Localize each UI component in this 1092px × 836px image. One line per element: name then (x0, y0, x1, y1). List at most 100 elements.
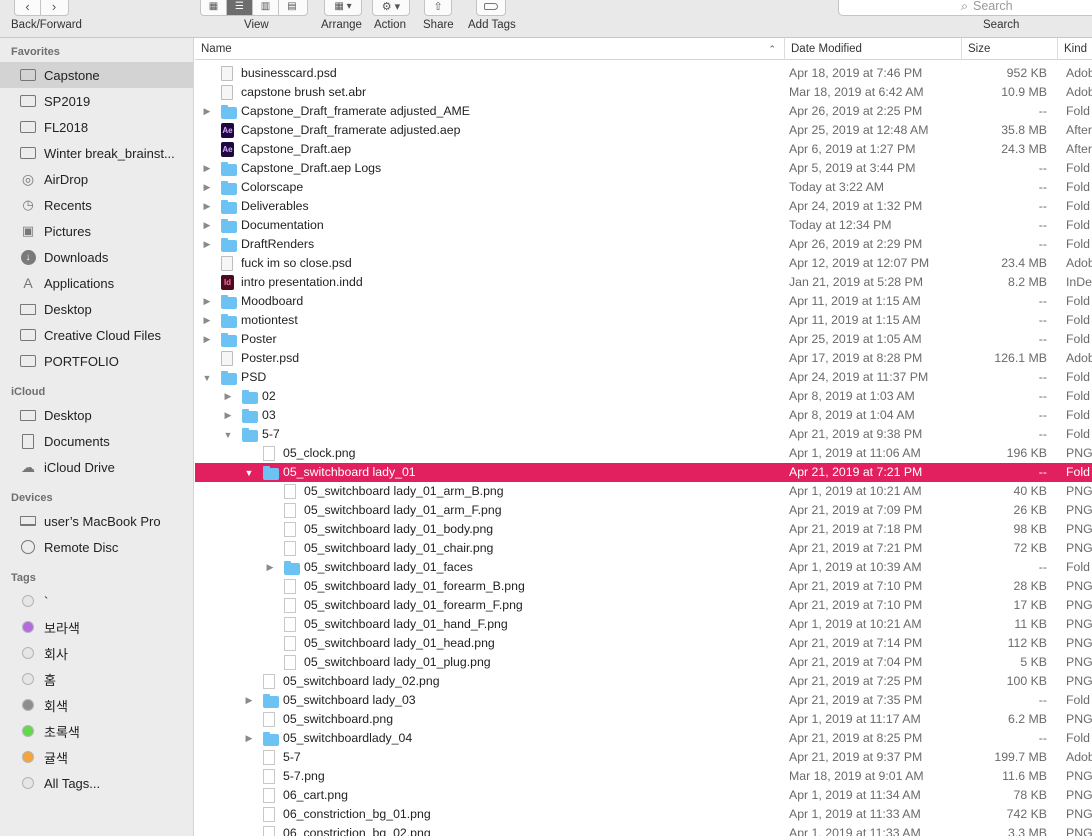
table-row[interactable]: ▶ 02 Apr 8, 2019 at 1:03 AM -- Fold (195, 387, 1092, 406)
sidebar-item-downloads[interactable]: ↓ Downloads (0, 244, 193, 270)
table-row[interactable]: Id intro presentation.indd Jan 21, 2019 at… (195, 273, 1092, 292)
sidebar-item-remote-disc[interactable]: Remote Disc (0, 534, 193, 560)
sidebar-item-creative-cloud-files[interactable]: Creative Cloud Files (0, 322, 193, 348)
sidebar-item-pictures[interactable]: ▣ Pictures (0, 218, 193, 244)
icon-view-icon[interactable]: ▦ (201, 0, 227, 15)
table-row[interactable]: Ae Capstone_Draft_framerate adjusted.aep A… (195, 121, 1092, 140)
table-row[interactable]: 05_switchboard.png Apr 1, 2019 at 11:17 A… (195, 710, 1092, 729)
sidebar-item-홈[interactable]: 홈 (0, 666, 193, 692)
sidebar-item-fl2018[interactable]: FL2018 (0, 114, 193, 140)
table-row[interactable]: 06_constriction_bg_01.png Apr 1, 2019 at … (195, 805, 1092, 824)
disclosure-closed-icon[interactable]: ▶ (201, 216, 213, 235)
column-view-icon[interactable]: ▥ (253, 0, 279, 15)
back-forward-control[interactable]: ‹ › (14, 0, 69, 16)
sidebar-item-documents[interactable]: Documents (0, 428, 193, 454)
table-row[interactable]: 05_switchboard lady_01_plug.png Apr 21, 2… (195, 653, 1092, 672)
disclosure-closed-icon[interactable]: ▶ (201, 330, 213, 349)
list-view-icon[interactable]: ☰ (227, 0, 253, 15)
gallery-view-icon[interactable]: ▤ (279, 0, 305, 15)
disclosure-closed-icon[interactable]: ▶ (243, 691, 255, 710)
table-row[interactable]: Ae Capstone_Draft.aep Apr 6, 2019 at 1:27 … (195, 140, 1092, 159)
sidebar-item-회색[interactable]: 회색 (0, 692, 193, 718)
table-row[interactable]: ▶ 05_switchboard lady_01_faces Apr 1, 2019… (195, 558, 1092, 577)
table-row[interactable]: 06_cart.png Apr 1, 2019 at 11:34 AM 78 KB P… (195, 786, 1092, 805)
table-row[interactable]: 5-7 Apr 21, 2019 at 9:37 PM 199.7 MB Adob (195, 748, 1092, 767)
sidebar-item-capstone[interactable]: Capstone (0, 62, 193, 88)
table-row[interactable]: 05_switchboard lady_01_chair.png Apr 21, … (195, 539, 1092, 558)
disclosure-closed-icon[interactable]: ▶ (201, 159, 213, 178)
column-date-modified[interactable]: Date Modified (784, 38, 961, 60)
table-row-selected[interactable]: ▼ 05_switchboard lady_01 Apr 21, 2019 at 7… (195, 463, 1092, 482)
disclosure-closed-icon[interactable]: ▶ (264, 558, 276, 577)
table-row[interactable]: ▶ Poster Apr 25, 2019 at 1:05 AM -- Fold (195, 330, 1092, 349)
table-row[interactable]: ▶ 03 Apr 8, 2019 at 1:04 AM -- Fold (195, 406, 1092, 425)
table-row[interactable]: 05_switchboard lady_01_forearm_B.png Apr … (195, 577, 1092, 596)
table-row[interactable]: ▼ 5-7 Apr 21, 2019 at 9:38 PM -- Fold (195, 425, 1092, 444)
disclosure-closed-icon[interactable]: ▶ (243, 729, 255, 748)
sidebar-item-all-tags[interactable]: All Tags... (0, 770, 193, 796)
table-row[interactable]: capstone brush set.abr Mar 18, 2019 at 6:… (195, 83, 1092, 102)
table-row[interactable]: 5-7.png Mar 18, 2019 at 9:01 AM 11.6 MB PNG (195, 767, 1092, 786)
sidebar-item-desktop[interactable]: Desktop (0, 296, 193, 322)
sidebar-item-winter-break-brainst[interactable]: Winter break_brainst... (0, 140, 193, 166)
column-name[interactable]: Name ⌃ (195, 38, 784, 60)
sidebar-item-desktop[interactable]: Desktop (0, 402, 193, 428)
table-row[interactable]: ▶ Colorscape Today at 3:22 AM -- Fold (195, 178, 1092, 197)
table-row[interactable]: ▶ Documentation Today at 12:34 PM -- Fold (195, 216, 1092, 235)
table-row[interactable]: ▼ PSD Apr 24, 2019 at 11:37 PM -- Fold (195, 368, 1092, 387)
table-row[interactable]: Poster.psd Apr 17, 2019 at 8:28 PM 126.1 M… (195, 349, 1092, 368)
search-field[interactable]: ⌕ Search (838, 0, 1092, 16)
back-arrow-icon[interactable]: ‹ (15, 0, 41, 15)
table-row[interactable]: 06_constriction_bg_02.png Apr 1, 2019 at … (195, 824, 1092, 836)
sidebar-item-초록색[interactable]: 초록색 (0, 718, 193, 744)
disclosure-closed-icon[interactable]: ▶ (201, 178, 213, 197)
sidebar-item-icloud-drive[interactable]: ☁ iCloud Drive (0, 454, 193, 480)
table-row[interactable]: ▶ 05_switchboard lady_03 Apr 21, 2019 at 7… (195, 691, 1092, 710)
table-row[interactable]: 05_switchboard lady_01_head.png Apr 21, 2… (195, 634, 1092, 653)
disclosure-open-icon[interactable]: ▼ (201, 368, 213, 387)
sidebar-item-applications[interactable]: A Applications (0, 270, 193, 296)
disclosure-closed-icon[interactable]: ▶ (201, 197, 213, 216)
sidebar-item-recents[interactable]: ◷ Recents (0, 192, 193, 218)
table-row[interactable]: 05_clock.png Apr 1, 2019 at 11:06 AM 196 K… (195, 444, 1092, 463)
view-mode-control[interactable]: ▦ ☰ ▥ ▤ (200, 0, 308, 16)
share-button[interactable]: ⇧ (424, 0, 452, 16)
forward-arrow-icon[interactable]: › (41, 0, 67, 15)
sidebar-item-sp2019[interactable]: SP2019 (0, 88, 193, 114)
table-row[interactable]: ▶ motiontest Apr 11, 2019 at 1:15 AM -- Fold (195, 311, 1092, 330)
disclosure-closed-icon[interactable]: ▶ (201, 102, 213, 121)
table-row[interactable]: ▶ Capstone_Draft_framerate adjusted_AME Ap… (195, 102, 1092, 121)
sidebar-item-보라색[interactable]: 보라색 (0, 614, 193, 640)
sidebar-item-[interactable]: ` (0, 588, 193, 614)
sidebar-item-회사[interactable]: 회사 (0, 640, 193, 666)
add-tags-button[interactable] (476, 0, 506, 16)
table-row[interactable]: 05_switchboard lady_01_arm_F.png Apr 21, … (195, 501, 1092, 520)
disclosure-closed-icon[interactable]: ▶ (222, 406, 234, 425)
table-row[interactable]: ▶ 05_switchboardlady_04 Apr 21, 2019 at 8:… (195, 729, 1092, 748)
disclosure-closed-icon[interactable]: ▶ (201, 311, 213, 330)
column-size[interactable]: Size (961, 38, 1057, 60)
table-row[interactable]: fuck im so close.psd Apr 12, 2019 at 12:0… (195, 254, 1092, 273)
sidebar-item-귤색[interactable]: 귤색 (0, 744, 193, 770)
sidebar-item-user-s-macbook-pro[interactable]: user’s MacBook Pro (0, 508, 193, 534)
table-row[interactable]: ▶ Moodboard Apr 11, 2019 at 1:15 AM -- Fold (195, 292, 1092, 311)
disclosure-closed-icon[interactable]: ▶ (201, 292, 213, 311)
table-row[interactable]: ▶ Deliverables Apr 24, 2019 at 1:32 PM -- Fo… (195, 197, 1092, 216)
table-row[interactable]: businesscard.psd Apr 18, 2019 at 7:46 PM 9… (195, 64, 1092, 83)
column-kind[interactable]: Kind (1057, 38, 1092, 60)
table-row[interactable]: 05_switchboard lady_01_arm_B.png Apr 1, 2… (195, 482, 1092, 501)
sidebar-item-airdrop[interactable]: ◎ AirDrop (0, 166, 193, 192)
disclosure-open-icon[interactable]: ▼ (222, 425, 234, 444)
table-row[interactable]: ▶ Capstone_Draft.aep Logs Apr 5, 2019 at 3… (195, 159, 1092, 178)
table-row[interactable]: 05_switchboard lady_01_hand_F.png Apr 1, … (195, 615, 1092, 634)
disclosure-closed-icon[interactable]: ▶ (201, 235, 213, 254)
table-row[interactable]: 05_switchboard lady_01_body.png Apr 21, 2… (195, 520, 1092, 539)
action-button[interactable]: ⚙ ▾ (372, 0, 410, 16)
disclosure-open-icon[interactable]: ▼ (243, 463, 255, 482)
arrange-button[interactable]: ▦ ▾ (324, 0, 362, 16)
table-row[interactable]: 05_switchboard lady_01_forearm_F.png Apr … (195, 596, 1092, 615)
sidebar-item-portfolio[interactable]: PORTFOLIO (0, 348, 193, 374)
table-row[interactable]: 05_switchboard lady_02.png Apr 21, 2019 a… (195, 672, 1092, 691)
table-row[interactable]: ▶ DraftRenders Apr 26, 2019 at 2:29 PM -- Fo… (195, 235, 1092, 254)
disclosure-closed-icon[interactable]: ▶ (222, 387, 234, 406)
